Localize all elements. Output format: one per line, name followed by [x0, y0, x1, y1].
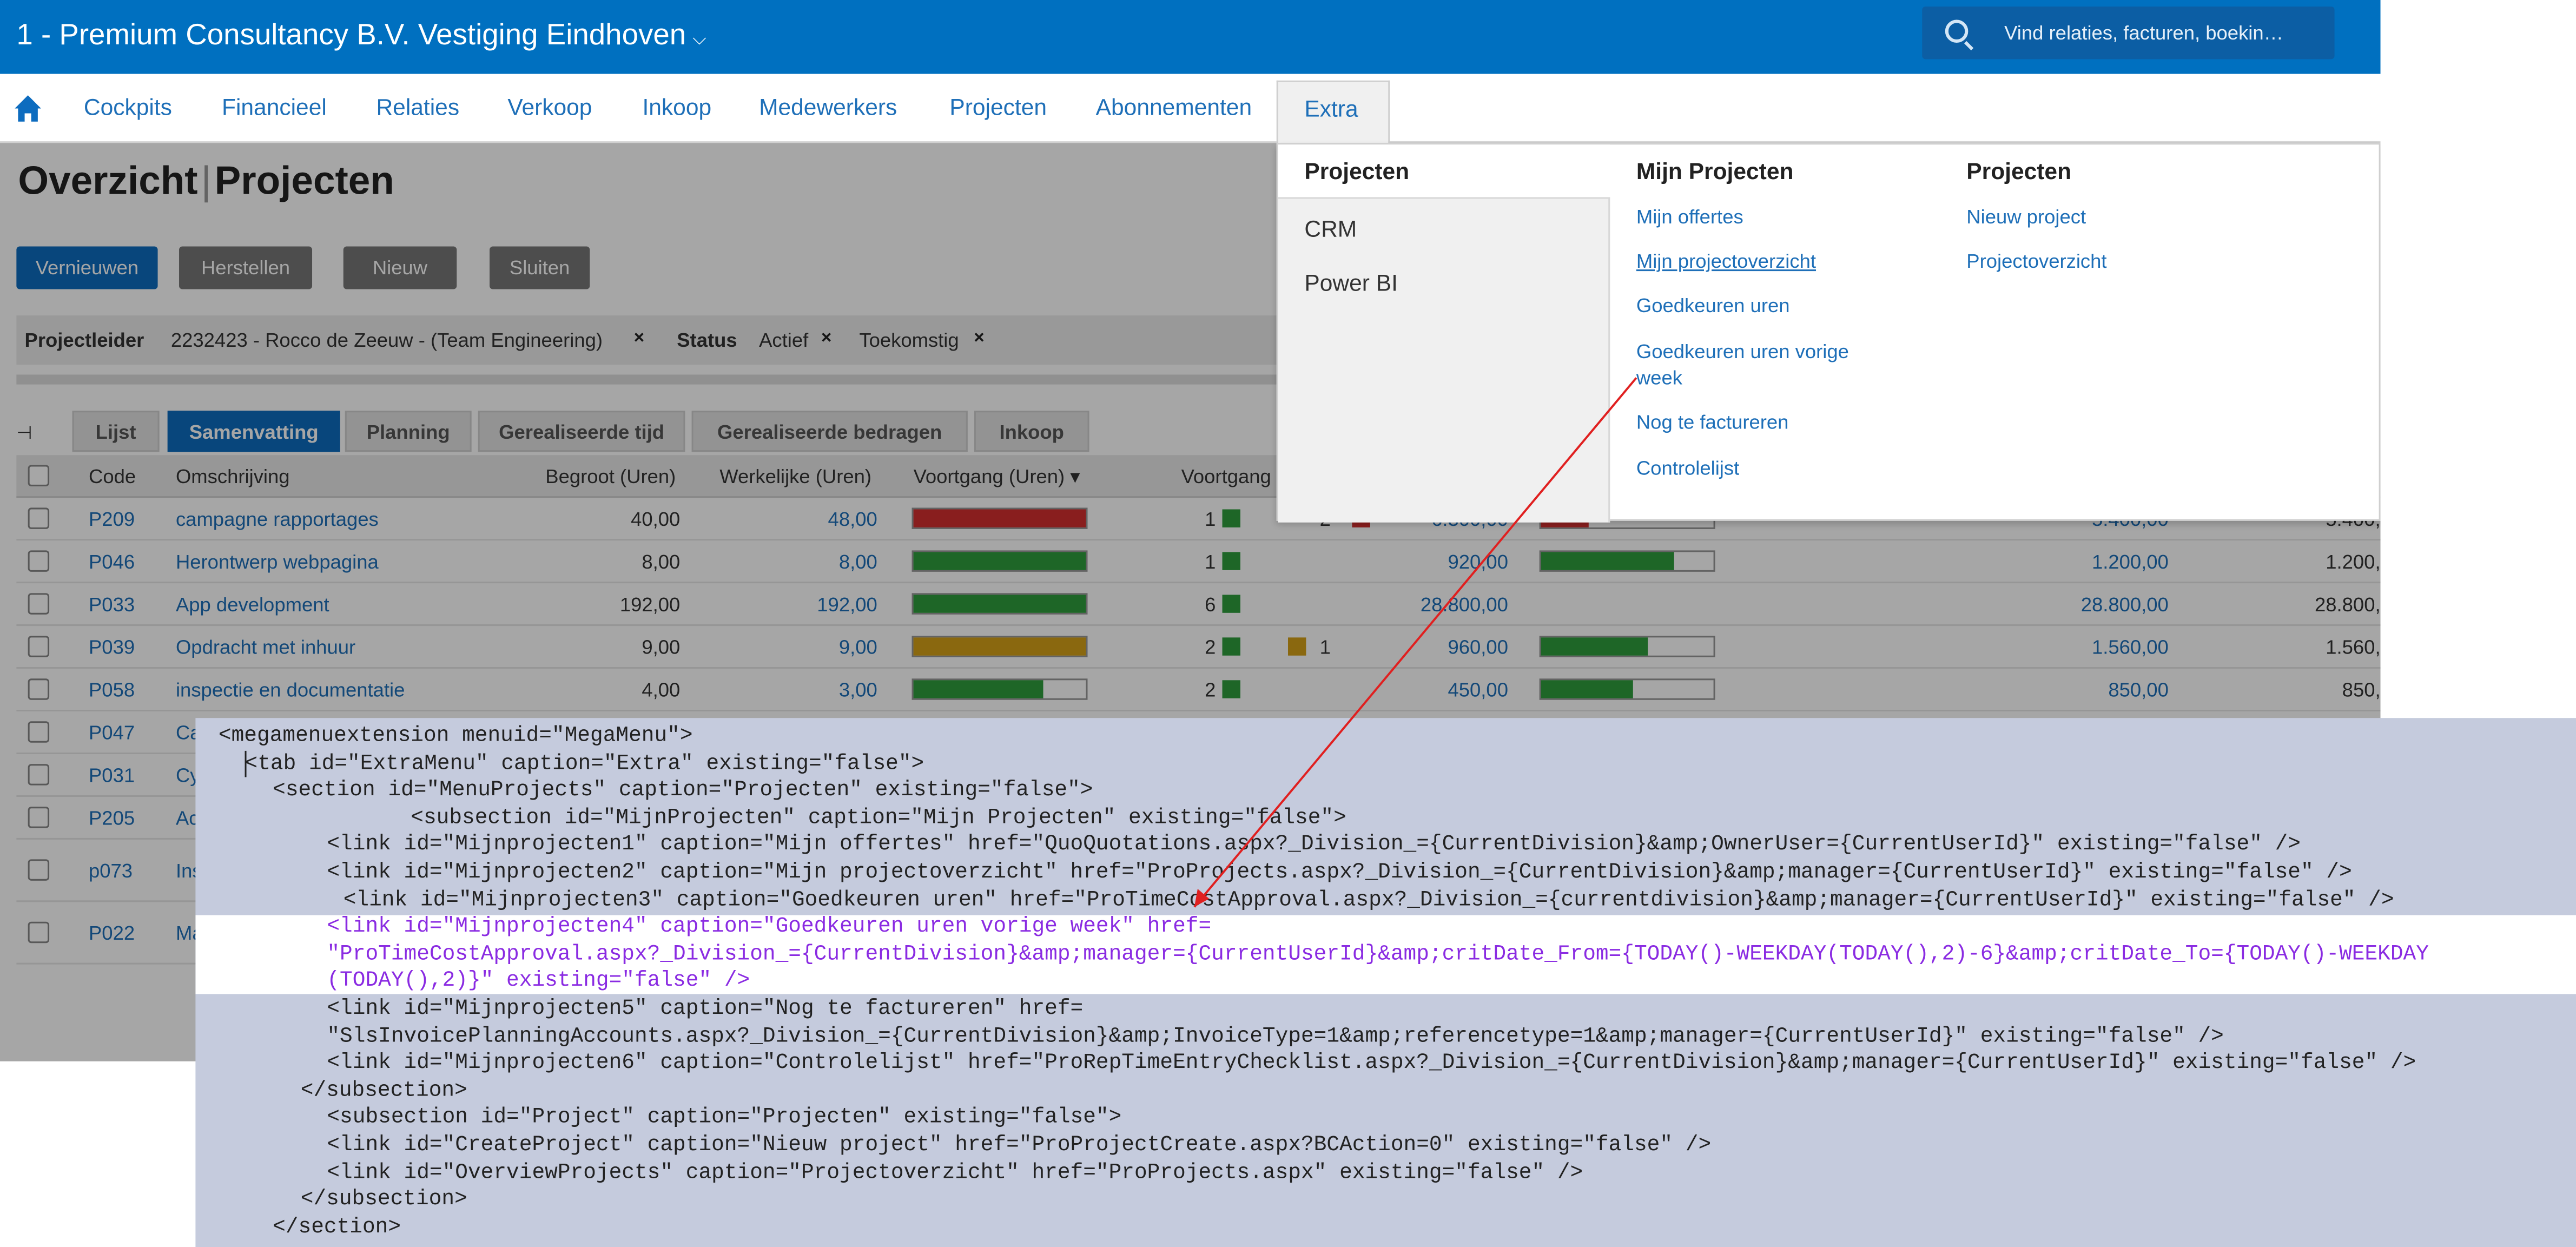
mega-col1-heading: Projecten	[1304, 158, 1409, 184]
mega-link-goedkeuren-uren[interactable]: Goedkeuren uren	[1636, 293, 1790, 321]
nav-extra[interactable]: Extra	[1277, 81, 1390, 144]
nav-abonnementen[interactable]: Abonnementen	[1096, 94, 1252, 120]
nav-inkoop[interactable]: Inkoop	[642, 94, 711, 120]
nav-cockpits[interactable]: Cockpits	[84, 94, 172, 120]
code-line: (TODAY(),2)}" existing="false" />	[327, 968, 750, 995]
mega-col2-heading: Mijn Projecten	[1636, 158, 1794, 184]
nav-projecten[interactable]: Projecten	[949, 94, 1047, 120]
code-line: </subsection>	[301, 1078, 467, 1105]
code-line: <link id="Mijnprojecten1" caption="Mijn …	[327, 832, 2301, 859]
top-bar: 1 - Premium Consultancy B.V. Vestiging E…	[0, 0, 2381, 74]
search-icon	[1945, 19, 1969, 43]
nav-verkoop[interactable]: Verkoop	[507, 94, 592, 120]
main-nav: Cockpits Financieel Relaties Verkoop Ink…	[0, 74, 2381, 143]
company-title: 1 - Premium Consultancy B.V. Vestiging E…	[16, 18, 686, 51]
code-line: <megamenuextension menuid="MegaMenu">	[219, 723, 693, 750]
code-line: <link id="Mijnprojecten6" caption="Contr…	[327, 1050, 2416, 1077]
mega-item-power-bi[interactable]: Power BI	[1304, 269, 1398, 296]
chevron-down-icon: ⌵	[692, 30, 706, 49]
search-input[interactable]: Vind relaties, facturen, boekin…	[2004, 21, 2283, 44]
nav-extra-label: Extra	[1304, 95, 1358, 122]
nav-medewerkers[interactable]: Medewerkers	[759, 94, 897, 120]
mega-col-1: Projecten CRM Power BI	[1278, 144, 1610, 523]
mega-menu: Projecten CRM Power BI Mijn Projecten Mi…	[1277, 143, 2381, 521]
mega-col3-heading: Projecten	[1966, 158, 2071, 184]
code-line: <section id="MenuProjects" caption="Proj…	[273, 777, 1093, 804]
xml-code-panel: <megamenuextension menuid="MegaMenu"><ta…	[195, 718, 2576, 1247]
home-icon[interactable]	[13, 94, 43, 123]
nav-financieel[interactable]: Financieel	[222, 94, 327, 120]
code-line: <tab id="ExtraMenu" caption="Extra" exis…	[245, 750, 924, 777]
nav-relaties[interactable]: Relaties	[376, 94, 459, 120]
company-selector[interactable]: 1 - Premium Consultancy B.V. Vestiging E…	[16, 18, 706, 52]
code-line: <link id="Mijnprojecten5" caption="Nog t…	[327, 995, 1083, 1022]
mega-link-nieuw-project[interactable]: Nieuw project	[1966, 204, 2086, 232]
code-line: <subsection id="Project" caption="Projec…	[327, 1105, 1121, 1132]
mega-item-crm[interactable]: CRM	[1304, 215, 1357, 242]
code-line: </subsection>	[301, 1186, 467, 1213]
mega-link-goedkeuren-uren-vorige-week[interactable]: Goedkeuren uren vorige	[1636, 339, 1849, 367]
mega-link-nog-te-factureren[interactable]: Nog te factureren	[1636, 409, 1789, 437]
code-line: "ProTimeCostApproval.aspx?_Division_={Cu…	[327, 941, 2429, 968]
code-line: <link id="Mijnprojecten4" caption="Goedk…	[327, 914, 1211, 941]
mega-link-goedkeuren-uren-vorige-week-2[interactable]: week	[1636, 365, 1682, 393]
code-line: <link id="CreateProject" caption="Nieuw …	[327, 1132, 1711, 1159]
code-line: <link id="OverviewProjects" caption="Pro…	[327, 1159, 1583, 1186]
code-line: <link id="Mijnprojecten2" caption="Mijn …	[327, 859, 2352, 886]
code-line: <subsection id="MijnProjecten" caption="…	[411, 805, 1346, 832]
mega-link-mijn-offertes[interactable]: Mijn offertes	[1636, 204, 1743, 232]
code-line: <link id="Mijnprojecten3" caption="Goedk…	[344, 887, 2394, 914]
code-line: </section>	[273, 1214, 401, 1241]
mega-link-controlelijst[interactable]: Controlelijst	[1636, 455, 1739, 483]
global-search[interactable]: Vind relaties, facturen, boekin…	[1922, 6, 2334, 59]
mega-link-projectoverzicht[interactable]: Projectoverzicht	[1966, 248, 2106, 276]
code-line: "SlsInvoicePlanningAccounts.aspx?_Divisi…	[327, 1023, 2224, 1050]
mega-link-mijn-projectoverzicht[interactable]: Mijn projectoverzicht	[1636, 248, 1816, 276]
